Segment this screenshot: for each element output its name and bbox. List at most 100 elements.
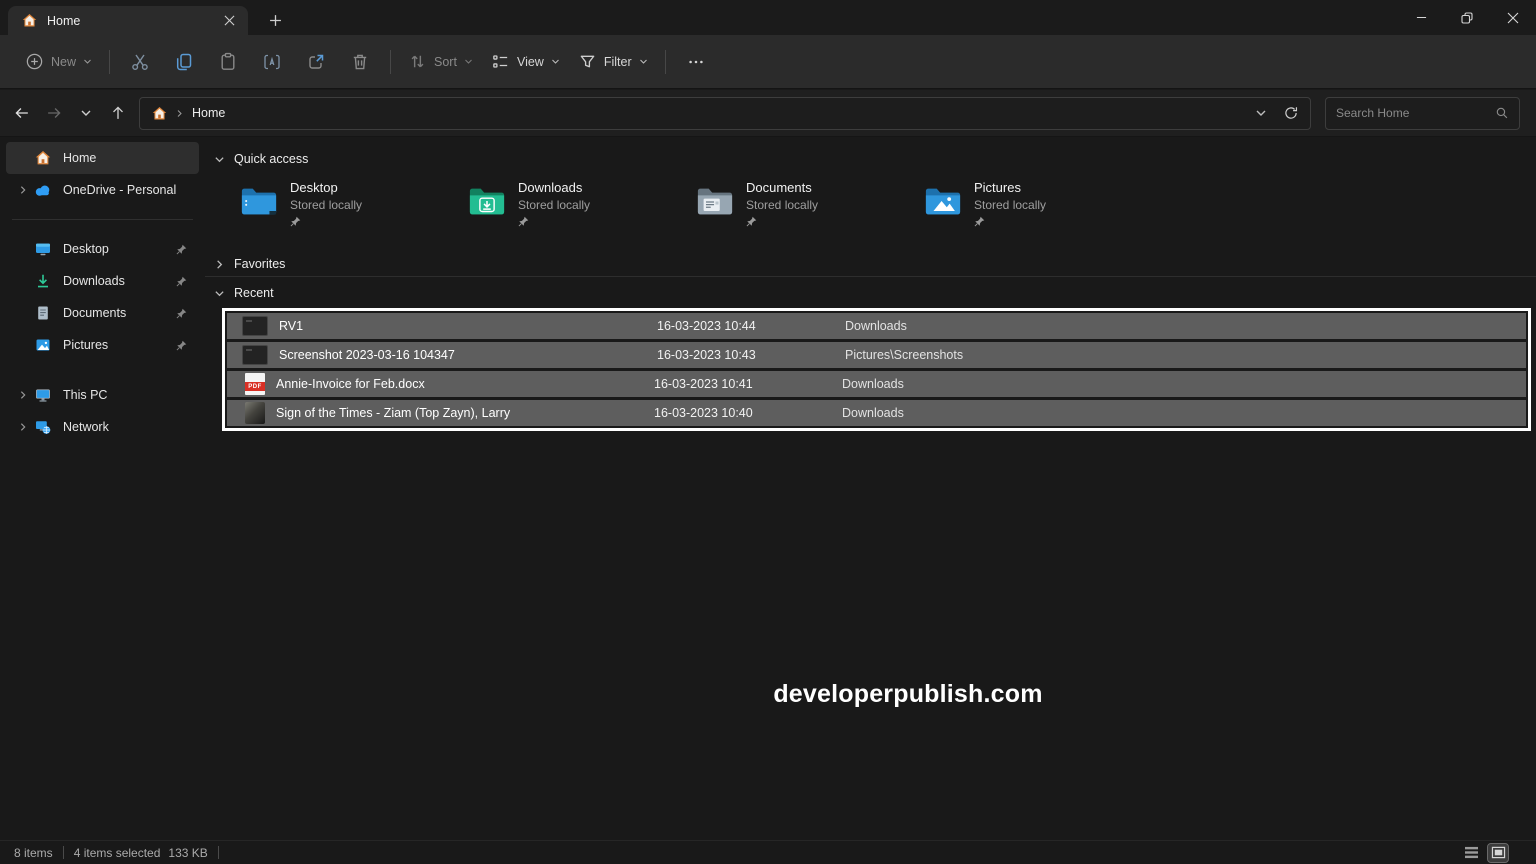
file-row-invoice[interactable]: PDF Annie-Invoice for Feb.docx 16-03-202… <box>227 371 1526 397</box>
sidebar-item-home[interactable]: Home <box>6 142 199 174</box>
card-title: Documents <box>746 180 812 195</box>
new-button[interactable]: New <box>16 44 101 80</box>
pin-icon <box>176 308 187 319</box>
restore-button[interactable] <box>1444 0 1490 35</box>
sidebar-label: Pictures <box>63 338 109 352</box>
favorites-header[interactable]: Favorites <box>205 254 1536 274</box>
address-row: Home <box>0 90 1536 137</box>
cut-button[interactable] <box>118 44 162 80</box>
toolbar-divider <box>390 49 392 74</box>
sidebar-label: Network <box>63 420 109 434</box>
arrow-left-icon <box>15 108 28 118</box>
large-icons-view-icon <box>1491 846 1505 859</box>
navigation-pane: Home OneDrive - Personal Desktop Downloa… <box>0 137 205 840</box>
section-separator <box>205 276 1536 277</box>
pdf-file-icon: PDF <box>245 373 265 395</box>
quick-access-header[interactable]: Quick access <box>205 149 1536 169</box>
pin-icon <box>518 216 590 227</box>
command-bar: New Sort View Filter <box>0 35 1536 89</box>
sort-button[interactable]: Sort <box>399 44 482 80</box>
share-button[interactable] <box>294 44 338 80</box>
more-options-button[interactable] <box>674 44 718 80</box>
forward-button[interactable] <box>38 97 70 129</box>
chevron-down-icon <box>639 59 647 64</box>
quick-access-card-documents[interactable]: Documents Stored locally <box>696 178 924 234</box>
pictures-folder-icon <box>924 186 962 217</box>
recent-locations-button[interactable] <box>70 97 102 129</box>
desktop-icon <box>34 241 52 257</box>
sidebar-item-network[interactable]: Network <box>6 411 199 443</box>
file-date: 16-03-2023 10:41 <box>654 377 753 391</box>
tab-close-icon[interactable] <box>216 10 242 32</box>
sidebar-label: Home <box>63 151 97 165</box>
file-name: Annie-Invoice for Feb.docx <box>276 377 425 391</box>
close-button[interactable] <box>1490 0 1536 35</box>
expand-chevron-icon[interactable] <box>12 422 34 432</box>
sidebar-item-desktop[interactable]: Desktop <box>6 233 199 265</box>
section-title: Favorites <box>234 257 286 271</box>
selected-files-highlight-box: RV1 16-03-2023 10:44 Downloads Screensho… <box>222 308 1531 431</box>
toolbar-divider <box>664 49 666 74</box>
tab-title: Home <box>47 13 81 28</box>
chevron-down-icon <box>81 110 91 116</box>
new-tab-button[interactable] <box>262 8 288 32</box>
recent-header[interactable]: Recent <box>205 283 1536 303</box>
file-row-song[interactable]: Sign of the Times - Ziam (Top Zayn), Lar… <box>227 400 1526 426</box>
file-location: Downloads <box>845 319 907 333</box>
copy-button[interactable] <box>162 44 206 80</box>
file-location: Pictures\Screenshots <box>845 348 964 362</box>
copy-icon <box>176 53 192 70</box>
filter-button[interactable]: Filter <box>569 44 657 80</box>
pin-icon <box>176 244 187 255</box>
back-button[interactable] <box>6 97 38 129</box>
paste-icon <box>221 52 235 70</box>
quick-access-card-pictures[interactable]: Pictures Stored locally <box>924 178 1152 234</box>
sidebar-item-documents[interactable]: Documents <box>6 297 199 329</box>
pin-icon <box>176 340 187 351</box>
address-bar[interactable]: Home <box>139 96 1311 130</box>
pictures-icon <box>34 337 52 353</box>
tab-home[interactable]: Home <box>8 6 248 35</box>
breadcrumb[interactable]: Home <box>192 106 225 120</box>
file-name: Sign of the Times - Ziam (Top Zayn), Lar… <box>276 406 511 420</box>
quick-access-card-desktop[interactable]: Desktop Stored locally <box>240 178 468 234</box>
sidebar-label: OneDrive - Personal <box>63 183 177 197</box>
sidebar-item-downloads[interactable]: Downloads <box>6 265 199 297</box>
refresh-button[interactable] <box>1276 99 1306 127</box>
filter-icon <box>580 55 595 68</box>
chevron-down-icon <box>215 156 224 162</box>
sidebar-item-this-pc[interactable]: This PC <box>6 379 199 411</box>
paste-button[interactable] <box>206 44 250 80</box>
rename-button[interactable] <box>250 44 294 80</box>
sidebar-item-pictures[interactable]: Pictures <box>6 329 199 361</box>
details-view-button[interactable] <box>1461 844 1481 862</box>
minimize-button[interactable] <box>1398 0 1444 35</box>
chevron-down-icon <box>551 59 559 64</box>
up-button[interactable] <box>102 97 134 129</box>
card-title: Desktop <box>290 180 338 195</box>
file-row-rv1[interactable]: RV1 16-03-2023 10:44 Downloads <box>227 313 1526 339</box>
status-divider <box>62 846 64 859</box>
address-dropdown-button[interactable] <box>1246 99 1276 127</box>
content-pane: Quick access Desktop Stored locally Down… <box>205 137 1536 840</box>
file-location: Downloads <box>842 406 904 420</box>
network-icon <box>34 419 52 435</box>
breadcrumb-chevron-icon <box>177 109 182 117</box>
expand-chevron-icon[interactable] <box>12 185 34 195</box>
search-input[interactable] <box>1336 106 1495 120</box>
video-thumbnail <box>242 316 268 336</box>
expand-chevron-icon[interactable] <box>12 390 34 400</box>
file-date: 16-03-2023 10:44 <box>657 319 756 333</box>
sidebar-item-onedrive[interactable]: OneDrive - Personal <box>6 174 199 206</box>
sort-icon <box>411 55 424 68</box>
refresh-icon <box>1285 107 1298 119</box>
delete-button[interactable] <box>338 44 382 80</box>
chevron-right-icon <box>217 259 223 269</box>
title-bar: Home <box>0 0 1536 35</box>
quick-access-card-downloads[interactable]: Downloads Stored locally <box>468 178 696 234</box>
music-thumbnail <box>245 402 265 424</box>
details-view-icon <box>1464 846 1478 859</box>
file-row-screenshot[interactable]: Screenshot 2023-03-16 104347 16-03-2023 … <box>227 342 1526 368</box>
large-icons-view-button[interactable] <box>1487 842 1509 863</box>
view-button[interactable]: View <box>482 44 569 80</box>
